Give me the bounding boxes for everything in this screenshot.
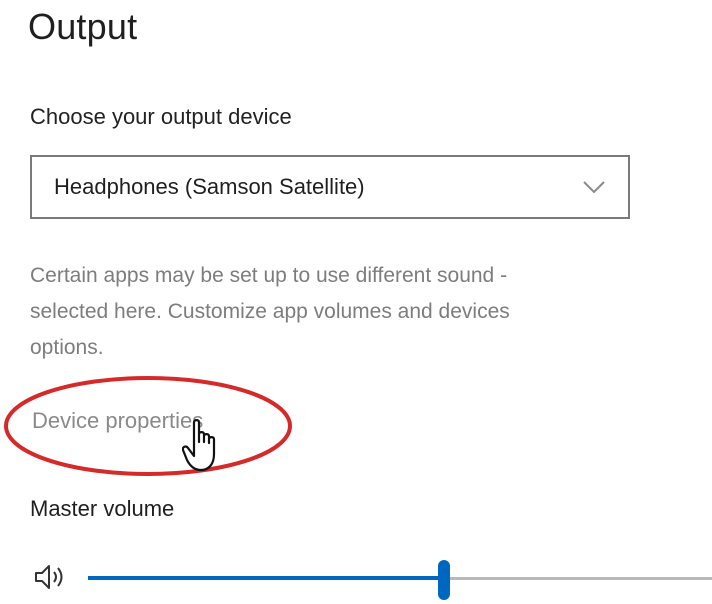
slider-thumb[interactable] <box>438 560 450 600</box>
master-volume-label: Master volume <box>30 496 175 521</box>
selected-device-value: Headphones (Samson Satellite) <box>54 174 365 199</box>
description-line-3: options. <box>30 336 104 359</box>
description-line-1: Certain apps may be set up to use differ… <box>30 264 508 287</box>
chevron-down-icon <box>583 181 605 194</box>
speaker-icon <box>35 565 63 589</box>
section-title: Output <box>28 6 138 47</box>
slider-fill <box>88 576 444 580</box>
description-line-2: selected here. Customize app volumes and… <box>30 300 510 323</box>
output-description: Certain apps may be set up to use differ… <box>30 258 712 366</box>
choose-output-label: Choose your output device <box>30 104 292 129</box>
device-properties-link[interactable]: Device properties <box>32 408 203 434</box>
master-volume-slider[interactable] <box>88 560 712 604</box>
output-device-dropdown[interactable]: Headphones (Samson Satellite) <box>30 155 630 219</box>
